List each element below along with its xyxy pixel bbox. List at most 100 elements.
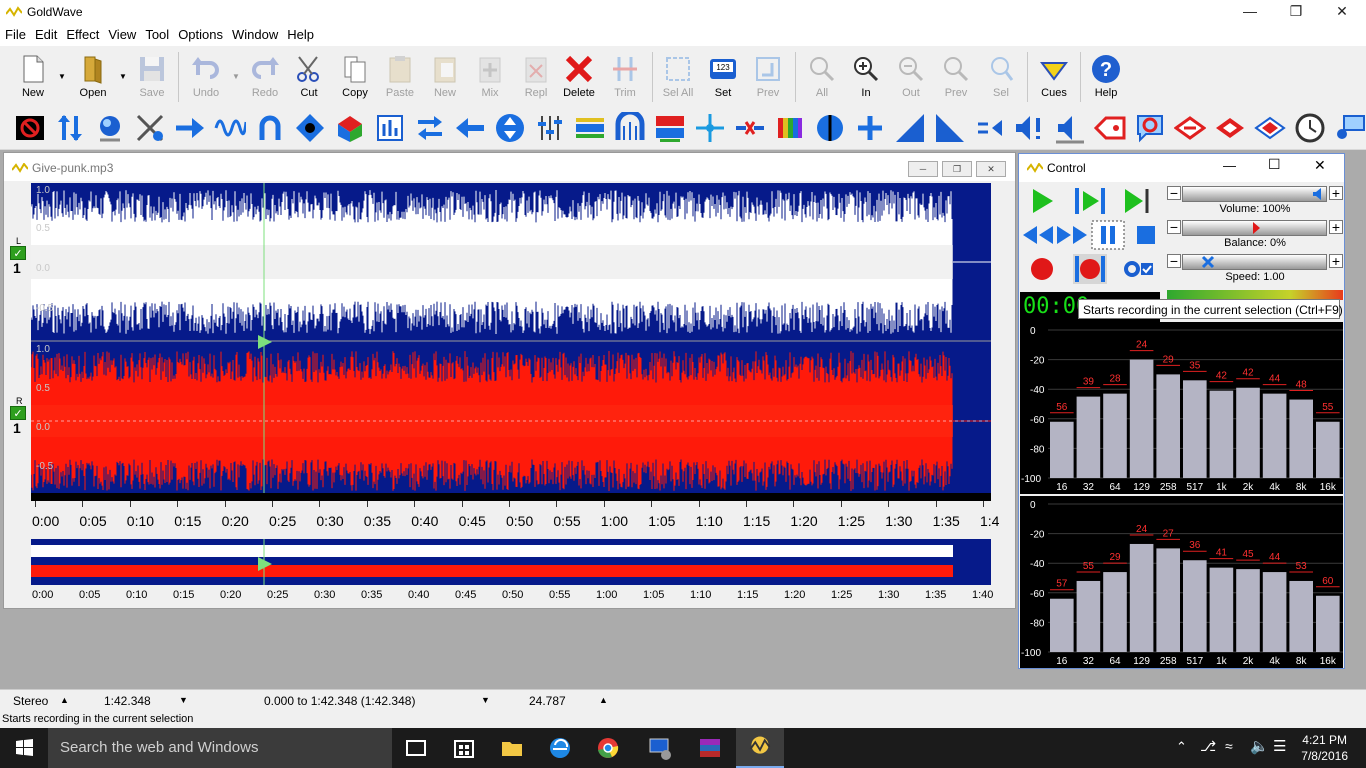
swap-channels-icon[interactable] (414, 112, 446, 144)
edge-browser-icon[interactable] (536, 728, 584, 768)
menu-file[interactable]: File (0, 24, 30, 42)
remote-desktop-icon[interactable] (636, 728, 684, 768)
filter-tools-icon[interactable] (134, 112, 166, 144)
task-view-icon[interactable] (392, 728, 440, 768)
volume-match-icon[interactable] (974, 112, 1006, 144)
mix-button[interactable]: Mix (467, 50, 513, 106)
cues-button[interactable]: Cues (1031, 50, 1077, 106)
selection-dropdown-icon[interactable]: ▼ (481, 695, 490, 705)
menu-tool[interactable]: Tool (140, 24, 173, 42)
no-comment-icon[interactable] (1134, 112, 1166, 144)
control-minimize-button[interactable]: — (1223, 158, 1236, 173)
volume-slider[interactable] (1182, 186, 1327, 202)
menu-help[interactable]: Help (282, 24, 318, 42)
overview-waveform[interactable] (31, 539, 991, 585)
open-button[interactable]: Open (70, 50, 116, 106)
speed-slider[interactable] (1182, 254, 1327, 270)
spectrum-filter-icon[interactable] (774, 112, 806, 144)
balance-plus-button[interactable]: + (1329, 220, 1343, 234)
status-channels[interactable]: Stereo (13, 694, 48, 708)
document-minimize-button[interactable]: ─ (908, 161, 938, 177)
record-icon[interactable] (1025, 254, 1059, 284)
diamond-blue-icon[interactable] (1254, 112, 1286, 144)
minimize-button[interactable]: — (1227, 0, 1273, 24)
diamond-gradient-icon[interactable] (1214, 112, 1246, 144)
save-button[interactable]: Save (129, 50, 175, 106)
undo-button[interactable]: Undo (183, 50, 229, 106)
delete-button[interactable]: Delete (556, 50, 602, 106)
menu-options[interactable]: Options (173, 24, 227, 42)
set-selection-button[interactable]: 123 Set (700, 50, 746, 106)
menu-edit[interactable]: Edit (30, 24, 61, 42)
volume-shape-icon[interactable] (294, 112, 326, 144)
waveform-view[interactable]: 1.0 0.5 0.0 -0.5 1.0 0.5 0.0 -0.5 (31, 183, 991, 501)
help-button[interactable]: ? Help (1083, 50, 1129, 106)
tag-red-icon[interactable] (1094, 112, 1126, 144)
balance-minus-button[interactable]: − (1167, 220, 1181, 234)
document-close-button[interactable]: ✕ (976, 161, 1006, 177)
gradient-bar-icon[interactable] (574, 112, 606, 144)
stop-icon[interactable] (1129, 220, 1163, 250)
record-selection-icon[interactable] (1073, 254, 1107, 284)
compress-x-icon[interactable] (734, 112, 766, 144)
stop-effect-icon[interactable] (14, 112, 46, 144)
new-dropdown-icon[interactable]: ▼ (58, 72, 66, 81)
chrome-browser-icon[interactable] (584, 728, 632, 768)
equalizer-doc-icon[interactable] (374, 112, 406, 144)
copy-button[interactable]: Copy (332, 50, 378, 106)
previous-selection-button[interactable]: Prev (745, 50, 791, 106)
paste-button[interactable]: Paste (377, 50, 423, 106)
rewind-icon[interactable] (1021, 220, 1055, 250)
tray-network-icon[interactable]: ⎇ (1200, 738, 1216, 755)
open-dropdown-icon[interactable]: ▼ (119, 72, 127, 81)
zoom-in-button[interactable]: In (843, 50, 889, 106)
noise-gate-icon[interactable] (614, 112, 646, 144)
stereo-split-icon[interactable] (694, 112, 726, 144)
windows-start-icon[interactable] (0, 728, 48, 768)
pitch-icon[interactable] (654, 112, 686, 144)
trim-button[interactable]: Trim (602, 50, 648, 106)
pan-circle-icon[interactable] (814, 112, 846, 144)
menu-view[interactable]: View (103, 24, 140, 42)
speed-plus-button[interactable]: + (1329, 254, 1343, 268)
user-comment-icon[interactable] (1334, 112, 1366, 144)
fade-in-icon[interactable] (894, 112, 926, 144)
tray-wifi-icon[interactable]: ≈ (1225, 738, 1233, 754)
echo-sphere-icon[interactable] (94, 112, 126, 144)
left-arrow-icon[interactable] (454, 112, 486, 144)
right-channel-checkbox[interactable]: ✓ (10, 406, 26, 420)
diamond-red-icon[interactable] (1174, 112, 1206, 144)
play-selection-icon[interactable] (1073, 186, 1107, 216)
cursor-marker[interactable] (258, 335, 272, 349)
maximize-volume-icon[interactable] (1014, 112, 1046, 144)
clock-icon[interactable] (1294, 112, 1326, 144)
record-mode-icon[interactable] (1121, 254, 1155, 284)
close-button[interactable]: ✕ (1319, 0, 1365, 24)
timeline-ruler[interactable]: 0:00 0:05 0:10 0:15 0:20 0:25 0:30 0:35 0:40 0:45… (31, 501, 999, 533)
play-to-end-icon[interactable] (1119, 186, 1153, 216)
fade-out-icon[interactable] (934, 112, 966, 144)
play-icon[interactable] (1025, 186, 1059, 216)
channels-dropdown-icon[interactable]: ▲ (60, 695, 69, 705)
position-dropdown-icon[interactable]: ▲ (599, 695, 608, 705)
fast-forward-icon[interactable] (1055, 220, 1089, 250)
taskbar-clock[interactable]: 4:21 PM 7/8/2016 (1301, 732, 1348, 764)
left-channel-checkbox[interactable]: ✓ (10, 246, 26, 260)
expand-vertical-icon[interactable] (494, 112, 526, 144)
goldwave-taskbar-icon[interactable] (736, 728, 784, 768)
zoom-previous-button[interactable]: Prev (933, 50, 979, 106)
spectrum-cube-icon[interactable] (334, 112, 366, 144)
waveform-scrollbar-track[interactable] (31, 493, 991, 501)
select-all-button[interactable]: Sel All (655, 50, 701, 106)
control-maximize-button[interactable]: ☐ (1268, 156, 1281, 173)
menu-window[interactable]: Window (227, 24, 282, 42)
waveform-effect-icon[interactable] (214, 112, 246, 144)
doppler-arrows-icon[interactable] (54, 112, 86, 144)
length-dropdown-icon[interactable]: ▼ (179, 695, 188, 705)
store-icon[interactable] (440, 728, 488, 768)
restore-button[interactable]: ❐ (1273, 0, 1319, 24)
file-explorer-icon[interactable] (488, 728, 536, 768)
replace-button[interactable]: Repl (513, 50, 559, 106)
reverse-arch-icon[interactable] (254, 112, 286, 144)
action-center-icon[interactable]: ☰ (1273, 737, 1286, 755)
